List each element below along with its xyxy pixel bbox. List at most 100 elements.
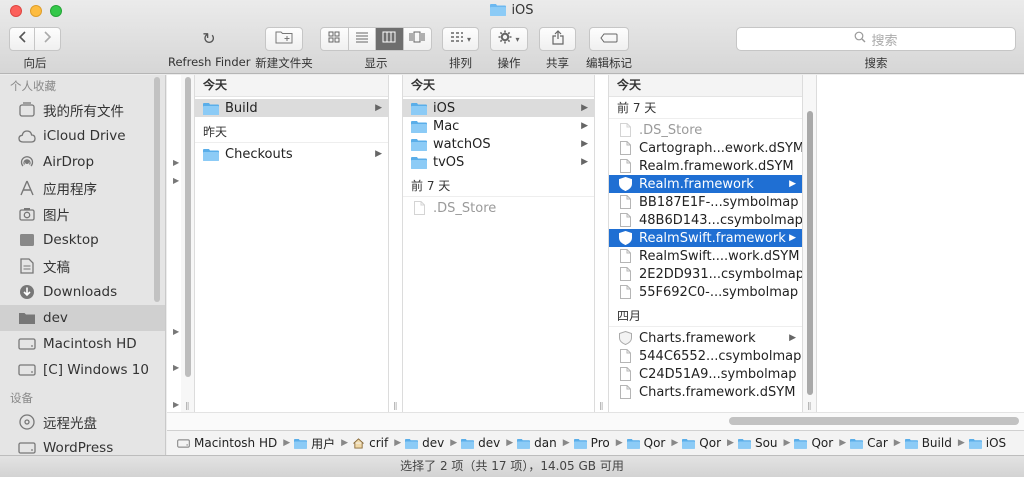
- all-files-icon: [18, 101, 36, 119]
- sidebar-scrollbar[interactable]: [154, 77, 160, 302]
- path-crumb[interactable]: dev ▶: [461, 436, 513, 450]
- sidebar-favorite-item[interactable]: [C] Windows 10: [0, 357, 165, 383]
- document-icon: [617, 123, 633, 137]
- path-crumb[interactable]: iOS: [968, 436, 1006, 450]
- file-row[interactable]: RealmSwift....work.dSYM: [609, 247, 802, 265]
- column-scrollbar[interactable]: [185, 77, 191, 377]
- item-name: Mac: [433, 118, 460, 134]
- column-divider[interactable]: ||: [389, 75, 403, 412]
- disclosure-arrow-icon: ▶: [581, 121, 588, 131]
- favorites-header: 个人收藏: [10, 79, 56, 93]
- path-crumb[interactable]: Qor ▶: [626, 436, 678, 450]
- folder-row[interactable]: tvOS ▶: [403, 153, 594, 171]
- item-name: C24D51A9...symbolmap: [639, 366, 797, 382]
- sidebar-favorite-item[interactable]: Macintosh HD: [0, 331, 165, 357]
- file-row[interactable]: Cartograph...ework.dSYM: [609, 139, 802, 157]
- file-row[interactable]: 544C6552...csymbolmap: [609, 347, 802, 365]
- resize-handle-icon[interactable]: ||: [599, 401, 604, 410]
- arrange-label: 排列: [449, 56, 472, 70]
- sidebar-item-label: Macintosh HD: [43, 336, 137, 352]
- sidebar-favorite-item[interactable]: iCloud Drive: [0, 123, 165, 149]
- file-row[interactable]: 2E2DD931...csymbolmap: [609, 265, 802, 283]
- refresh-icon[interactable]: ↻: [196, 29, 222, 49]
- window-title-text: iOS: [511, 3, 534, 18]
- share-icon: [551, 29, 564, 49]
- empty-column: [817, 75, 1024, 412]
- path-separator-icon: ▶: [394, 438, 402, 448]
- back-button[interactable]: [10, 28, 36, 50]
- folder-row[interactable]: Build ▶: [195, 99, 388, 117]
- document-icon: [617, 285, 633, 299]
- sidebar-favorite-item[interactable]: 图片: [0, 201, 165, 227]
- framework-row[interactable]: Charts.framework ▶: [609, 329, 802, 347]
- file-row[interactable]: C24D51A9...symbolmap: [609, 365, 802, 383]
- sidebar-favorite-item[interactable]: 应用程序: [0, 175, 165, 201]
- folder-row[interactable]: Mac ▶: [403, 117, 594, 135]
- sidebar-favorite-item[interactable]: AirDrop: [0, 149, 165, 175]
- sidebar-favorite-item[interactable]: 文稿: [0, 253, 165, 279]
- new-folder-button[interactable]: [265, 27, 303, 51]
- path-crumb-label: Car: [867, 436, 888, 450]
- file-row[interactable]: Charts.framework.dSYM: [609, 383, 802, 401]
- sidebar-item-label: 文稿: [43, 260, 70, 276]
- path-crumb[interactable]: dev ▶: [405, 436, 457, 450]
- section-header: 今天: [195, 75, 388, 97]
- resize-handle-icon[interactable]: ||: [807, 401, 812, 410]
- gallery-view-button[interactable]: [404, 28, 431, 50]
- item-name: 55F692C0-...symbolmap: [639, 284, 799, 300]
- column-view-button[interactable]: [376, 28, 404, 50]
- framework-row[interactable]: RealmSwift.framework ▶: [609, 229, 802, 247]
- icon-view-button[interactable]: [321, 28, 349, 50]
- edit-tags-button[interactable]: [589, 27, 629, 51]
- path-crumb-label: Qor: [699, 436, 722, 450]
- file-row[interactable]: .DS_Store: [403, 199, 594, 217]
- forward-button[interactable]: [35, 28, 60, 50]
- file-row[interactable]: BB187E1F-...symbolmap: [609, 193, 802, 211]
- sidebar-favorite-item[interactable]: dev: [0, 305, 165, 331]
- column-divider[interactable]: ||: [803, 75, 817, 412]
- sidebar-item-label: 图片: [43, 208, 70, 224]
- resize-handle-icon[interactable]: ||: [393, 401, 398, 410]
- path-crumb[interactable]: Macintosh HD ▶: [177, 436, 290, 450]
- path-crumb[interactable]: Build ▶: [904, 436, 965, 450]
- resize-handle-icon[interactable]: ||: [185, 401, 190, 410]
- file-row[interactable]: .DS_Store: [609, 121, 802, 139]
- column-divider[interactable]: ||: [595, 75, 609, 412]
- document-icon: [617, 213, 633, 227]
- path-crumb-label: 用户: [311, 436, 336, 451]
- path-crumb[interactable]: crif ▶: [352, 436, 401, 450]
- path-crumb[interactable]: 用户 ▶: [294, 435, 348, 452]
- path-crumb[interactable]: Qor ▶: [794, 436, 846, 450]
- sidebar-favorite-item[interactable]: 我的所有文件: [0, 97, 165, 123]
- file-row[interactable]: 48B6D143...csymbolmap: [609, 211, 802, 229]
- column-scrollbar[interactable]: [807, 111, 813, 395]
- column-divider[interactable]: ||: [181, 75, 195, 412]
- sidebar-favorite-item[interactable]: Downloads: [0, 279, 165, 305]
- file-row[interactable]: 55F692C0-...symbolmap: [609, 283, 802, 301]
- chevron-left-icon: [18, 31, 26, 47]
- path-crumb[interactable]: Sou ▶: [737, 436, 790, 450]
- column-header: 今天: [609, 75, 802, 97]
- file-row[interactable]: Realm.framework.dSYM: [609, 157, 802, 175]
- framework-row[interactable]: Realm.framework ▶: [609, 175, 802, 193]
- view-mode-control: [320, 27, 432, 51]
- path-crumb[interactable]: dan ▶: [517, 436, 570, 450]
- path-crumb[interactable]: Car ▶: [850, 436, 901, 450]
- horizontal-scrollbar[interactable]: [729, 417, 1019, 425]
- sidebar-device-item[interactable]: WordPress: [0, 435, 165, 455]
- folder-row[interactable]: iOS ▶: [403, 99, 594, 117]
- sidebar-favorite-item[interactable]: Desktop: [0, 227, 165, 253]
- arrange-grid-icon: [450, 31, 464, 47]
- arrange-button[interactable]: ▾: [442, 27, 479, 51]
- list-view-button[interactable]: [349, 28, 376, 50]
- share-button[interactable]: [539, 27, 576, 51]
- sidebar-device-item[interactable]: 远程光盘: [0, 409, 165, 435]
- refresh-finder-button[interactable]: Refresh Finder: [168, 55, 250, 69]
- item-name: Build: [225, 100, 258, 116]
- path-crumb[interactable]: Qor ▶: [682, 436, 734, 450]
- folder-row[interactable]: Checkouts ▶: [195, 145, 388, 163]
- action-button[interactable]: ▾: [490, 27, 528, 51]
- path-crumb[interactable]: Pro ▶: [573, 436, 623, 450]
- search-input[interactable]: 搜索: [736, 27, 1016, 51]
- folder-row[interactable]: watchOS ▶: [403, 135, 594, 153]
